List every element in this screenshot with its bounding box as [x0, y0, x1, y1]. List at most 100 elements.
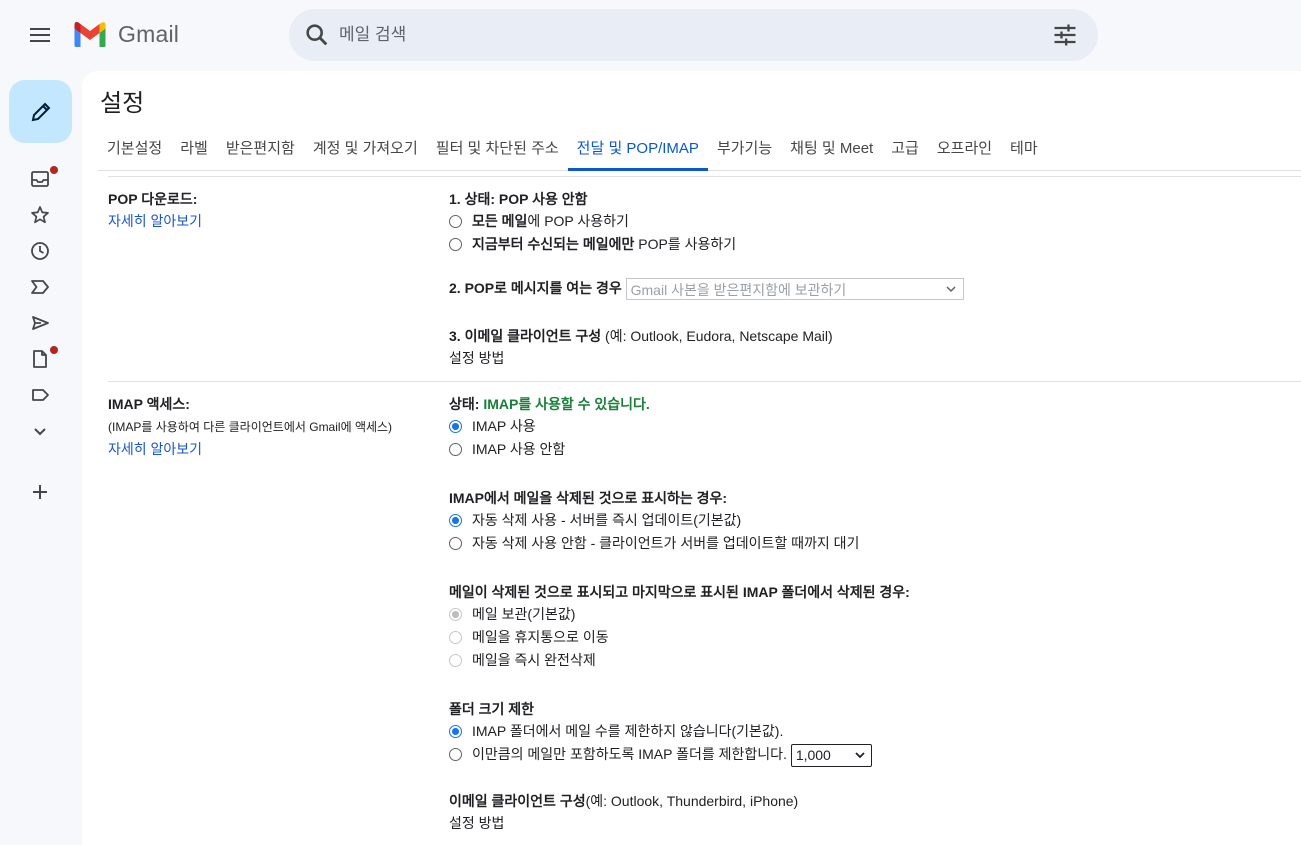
client-examples: (예: Outlook, Eudora, Netscape Mail) — [601, 328, 833, 344]
pop-client-config: 3. 이메일 클라이언트 구성 (예: Outlook, Eudora, Net… — [449, 326, 833, 346]
imap-setup-link[interactable]: 설정 방법 — [449, 813, 504, 833]
option-text: 메일을 즉시 완전삭제 — [472, 652, 596, 668]
auto-expunge-off-option[interactable]: 자동 삭제 사용 안함 - 클라이언트가 서버를 업데이트할 때까지 대기 — [449, 533, 859, 553]
option-text: 메일을 휴지통으로 이동 — [472, 629, 609, 645]
imap-disable-option[interactable]: IMAP 사용 안함 — [449, 439, 565, 459]
search-icon[interactable] — [303, 21, 331, 49]
app-name: Gmail — [118, 20, 180, 47]
imap-expunge-heading: 메일이 삭제된 것으로 표시되고 마지막으로 표시된 IMAP 폴더에서 삭제된… — [449, 584, 910, 600]
pop-from-now-option[interactable]: 지금부터 수신되는 메일에만 POP를 사용하기 — [449, 234, 736, 254]
important-icon[interactable] — [28, 275, 52, 299]
pop-status: 1. 상태: POP 사용 안함 — [449, 191, 588, 207]
imap-title: IMAP 액세스: — [108, 396, 190, 412]
settings-tabs: 기본설정 라벨 받은편지함 계정 및 가져오기 필터 및 차단된 주소 전달 및… — [98, 127, 1301, 171]
option-bold-text: 지금부터 수신되는 메일에만 — [472, 236, 635, 252]
pop-learn-more-link[interactable]: 자세히 알아보기 — [108, 211, 202, 231]
label-icon[interactable] — [28, 383, 52, 407]
radio-button[interactable] — [449, 443, 462, 456]
tune-icon[interactable] — [1051, 21, 1079, 49]
status-label: 상태: — [449, 396, 484, 412]
tab-forwarding-pop-imap[interactable]: 전달 및 POP/IMAP — [567, 127, 708, 171]
option-text: POP를 사용하기 — [634, 236, 737, 252]
imap-status: 상태: IMAP를 사용할 수 있습니다. — [449, 394, 650, 414]
imap-learn-more-link[interactable]: 자세히 알아보기 — [108, 439, 202, 459]
radio-button[interactable] — [449, 537, 462, 550]
star-icon[interactable] — [28, 203, 52, 227]
top-bar: Gmail — [0, 0, 1301, 70]
client-label: 3. 이메일 클라이언트 구성 — [449, 328, 602, 344]
radio-button-disabled — [449, 608, 462, 621]
radio-button-selected[interactable] — [449, 725, 462, 738]
menu-icon[interactable] — [24, 21, 56, 49]
pop-section: POP 다운로드: 자세히 알아보기 1. 상태: POP 사용 안함 모든 메… — [108, 189, 1301, 379]
search-input[interactable] — [339, 21, 1019, 49]
inbox-icon[interactable] — [28, 167, 52, 191]
tab-general[interactable]: 기본설정 — [98, 127, 171, 171]
trash-option: 메일을 휴지통으로 이동 — [449, 627, 609, 647]
when-label: 2. POP로 메시지를 여는 경우 — [449, 280, 622, 296]
pencil-icon — [31, 102, 50, 121]
divider — [108, 381, 1301, 382]
radio-button-disabled — [449, 631, 462, 644]
radio-button[interactable] — [449, 215, 462, 228]
option-text: IMAP 폴더에서 메일 수를 제한하지 않습니다(기본값). — [472, 723, 784, 739]
tab-addons[interactable]: 부가기능 — [708, 127, 781, 171]
chevron-down-icon — [945, 282, 957, 298]
tab-filters[interactable]: 필터 및 차단된 주소 — [427, 127, 568, 171]
inbox-unread-badge — [50, 166, 58, 174]
archive-option: 메일 보관(기본값) — [449, 604, 575, 624]
divider — [108, 176, 1301, 177]
folder-size-heading: 폴더 크기 제한 — [449, 701, 535, 717]
radio-button[interactable] — [449, 748, 462, 762]
gmail-logo[interactable]: Gmail — [72, 20, 179, 48]
option-text: 자동 삭제 사용 안함 - 클라이언트가 서버를 업데이트할 때까지 대기 — [472, 535, 860, 551]
imap-subtitle: (IMAP를 사용하여 다른 클라이언트에서 Gmail에 액세스) — [108, 420, 393, 434]
delete-forever-option: 메일을 즉시 완전삭제 — [449, 650, 596, 670]
radio-button-selected[interactable] — [449, 420, 462, 433]
page-title: 설정 — [100, 90, 145, 117]
plus-icon[interactable] — [28, 480, 52, 504]
pop-all-mail-option[interactable]: 모든 메일에 POP 사용하기 — [449, 211, 629, 231]
draft-icon[interactable] — [28, 347, 52, 371]
pop-setup-link[interactable]: 설정 방법 — [449, 348, 504, 368]
option-text: 이만큼의 메일만 포함하도록 IMAP 폴더를 제한합니다. — [472, 746, 787, 763]
tab-offline[interactable]: 오프라인 — [928, 127, 1001, 171]
radio-button[interactable] — [449, 238, 462, 251]
option-text: 메일 보관(기본값) — [472, 606, 576, 622]
auto-expunge-on-option[interactable]: 자동 삭제 사용 - 서버를 즉시 업데이트(기본값) — [449, 510, 741, 530]
pop-title: POP 다운로드: — [108, 191, 198, 207]
tab-labels[interactable]: 라벨 — [171, 127, 217, 171]
limit-option[interactable]: 이만큼의 메일만 포함하도록 IMAP 폴더를 제한합니다. 1,000 — [449, 744, 872, 767]
radio-button-disabled — [449, 654, 462, 667]
settings-panel: 설정 기본설정 라벨 받은편지함 계정 및 가져오기 필터 및 차단된 주소 전… — [82, 71, 1301, 845]
pop-when-accessed-row: 2. POP로 메시지를 여는 경우 Gmail 사본을 받은편지함에 보관하기 — [449, 278, 964, 301]
send-icon[interactable] — [28, 311, 52, 335]
no-limit-option[interactable]: IMAP 폴더에서 메일 수를 제한하지 않습니다(기본값). — [449, 721, 783, 741]
tab-themes[interactable]: 테마 — [1001, 127, 1047, 171]
imap-enable-option[interactable]: IMAP 사용 — [449, 416, 536, 436]
tab-chat-meet[interactable]: 채팅 및 Meet — [781, 127, 882, 171]
imap-section: IMAP 액세스: (IMAP를 사용하여 다른 클라이언트에서 Gmail에 … — [108, 394, 1301, 844]
tab-advanced[interactable]: 고급 — [882, 127, 928, 171]
search-bar — [289, 9, 1098, 61]
compose-button[interactable] — [9, 80, 72, 143]
option-bold-text: 모든 메일 — [472, 213, 528, 229]
draft-badge — [50, 346, 58, 354]
folder-limit-select[interactable]: 1,000 — [790, 744, 872, 767]
tab-inbox[interactable]: 받은편지함 — [217, 127, 304, 171]
clock-icon[interactable] — [28, 239, 52, 263]
select-value: Gmail 사본을 받은편지함에 보관하기 — [630, 282, 847, 299]
option-text: 자동 삭제 사용 - 서버를 즉시 업데이트(기본값) — [472, 512, 742, 528]
radio-button-selected[interactable] — [449, 514, 462, 527]
option-text: IMAP 사용 — [472, 418, 536, 434]
client-examples: (예: Outlook, Thunderbird, iPhone) — [585, 793, 799, 809]
tab-accounts[interactable]: 계정 및 가져오기 — [304, 127, 427, 171]
option-text: 에 POP 사용하기 — [527, 213, 629, 229]
chevron-down-icon[interactable] — [28, 419, 52, 443]
pop-action-select[interactable]: Gmail 사본을 받은편지함에 보관하기 — [625, 278, 964, 301]
client-label: 이메일 클라이언트 구성 — [449, 793, 586, 809]
option-text: IMAP 사용 안함 — [472, 441, 566, 457]
imap-delete-heading: IMAP에서 메일을 삭제된 것으로 표시하는 경우: — [449, 490, 728, 506]
imap-client-config: 이메일 클라이언트 구성(예: Outlook, Thunderbird, iP… — [449, 791, 798, 811]
select-value: 1,000 — [795, 747, 831, 763]
